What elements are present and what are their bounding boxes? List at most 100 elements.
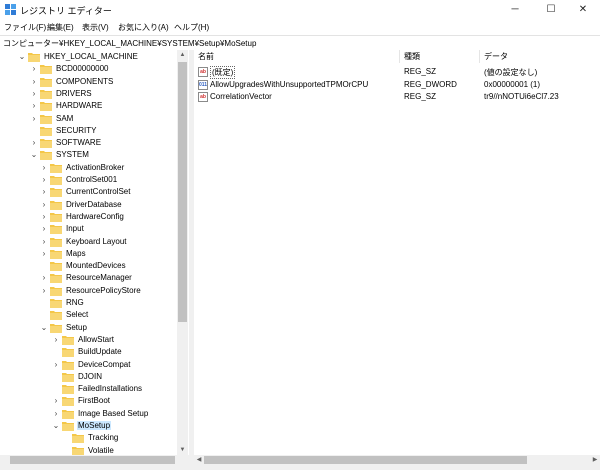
menu-help[interactable]: ヘルプ(H) [174, 22, 209, 33]
menu-view[interactable]: 表示(V) [82, 22, 109, 33]
chevron-right-icon[interactable]: › [40, 175, 48, 185]
tree-node-label: RNG [66, 298, 84, 307]
chevron-right-icon[interactable]: › [30, 64, 38, 74]
chevron-right-icon[interactable]: › [40, 200, 48, 210]
chevron-right-icon[interactable]: › [52, 396, 60, 406]
chevron-right-icon[interactable]: › [52, 335, 60, 345]
tree-horizontal-scrollbar[interactable] [0, 455, 189, 465]
dword-value-icon: 011 [198, 79, 208, 90]
menu-edit[interactable]: 編集(E) [47, 22, 74, 33]
chevron-right-icon[interactable]: › [40, 286, 48, 296]
chevron-right-icon[interactable]: › [52, 409, 60, 419]
folder-icon [40, 102, 52, 112]
chevron-right-icon[interactable]: › [40, 273, 48, 283]
tree-node-label: ResourcePolicyStore [66, 285, 141, 295]
tree-node-label: SECURITY [56, 125, 97, 135]
chevron-right-icon[interactable]: › [40, 187, 48, 197]
chevron-right-icon[interactable]: › [30, 101, 38, 111]
tree-node-label: AllowStart [78, 334, 115, 344]
tree-scroll-thumb[interactable] [178, 62, 187, 322]
tree-node-label: Image Based Setup [78, 408, 149, 418]
tree-node-label: DJOIN [78, 371, 102, 381]
column-header-name[interactable]: 名前 [194, 50, 400, 63]
chevron-right-icon[interactable]: › [30, 89, 38, 99]
scroll-left-arrow-icon[interactable]: ◀ [194, 455, 204, 465]
tree-node-label: MoSetup [77, 421, 112, 430]
address-bar[interactable]: コンピューター¥HKEY_LOCAL_MACHINE¥SYSTEM¥Setup¥… [0, 35, 600, 51]
tree-node-label: DeviceCompat [78, 359, 131, 369]
folder-icon [50, 200, 62, 210]
folder-icon [40, 65, 52, 75]
chevron-right-icon[interactable]: › [40, 212, 48, 222]
title-bar: レジストリ エディター ─ ☐ ✕ [0, 0, 600, 20]
column-header-data[interactable]: データ [480, 50, 600, 63]
chevron-right-icon[interactable]: › [40, 237, 48, 247]
folder-icon [50, 237, 62, 247]
chevron-right-icon[interactable]: › [40, 249, 48, 259]
chevron-down-icon[interactable]: ⌄ [52, 421, 60, 431]
chevron-down-icon[interactable]: ⌄ [18, 52, 26, 62]
chevron-right-icon[interactable]: › [30, 114, 38, 124]
values-hscroll-thumb[interactable] [204, 456, 527, 464]
scroll-down-arrow-icon[interactable]: ▼ [177, 445, 188, 455]
folder-icon [62, 422, 74, 431]
folder-icon [62, 385, 74, 395]
folder-icon [40, 89, 52, 99]
chevron-right-icon[interactable]: › [40, 224, 48, 234]
folder-icon [40, 139, 52, 149]
menu-favorites[interactable]: お気に入り(A) [118, 22, 169, 33]
tree-node-label: Setup [66, 322, 87, 332]
tree-node-label: CurrentControlSet [66, 187, 131, 197]
folder-icon [40, 114, 52, 124]
address-path[interactable]: コンピューター¥HKEY_LOCAL_MACHINE¥SYSTEM¥Setup¥… [3, 38, 256, 49]
value-row[interactable]: ab (既定) REG_SZ (値の設定なし) [194, 66, 600, 79]
chevron-right-icon[interactable]: › [40, 163, 48, 173]
values-horizontal-scrollbar[interactable]: ◀ ▶ [194, 455, 600, 465]
value-row[interactable]: 011 AllowUpgradesWithUnsupportedTPMOrCPU R… [194, 79, 600, 91]
chevron-down-icon[interactable]: ⌄ [40, 323, 48, 333]
value-row[interactable]: ab CorrelationVector REG_SZ tr9//nNOTUi6eCl… [194, 91, 600, 103]
minimize-button[interactable]: ─ [498, 0, 532, 20]
value-data: (値の設定なし) [484, 68, 538, 77]
folder-icon [62, 335, 74, 345]
tree-hscroll-thumb[interactable] [10, 456, 175, 464]
tree-node-label: FirstBoot [78, 396, 111, 406]
value-type: REG_SZ [404, 92, 437, 101]
tree-node-label: MountedDevices [66, 261, 126, 271]
folder-icon [50, 286, 62, 296]
close-button[interactable]: ✕ [566, 0, 600, 20]
chevron-right-icon[interactable]: › [52, 360, 60, 370]
tree-node-label: SYSTEM [56, 150, 89, 160]
tree-vertical-scrollbar[interactable]: ▲ ▼ [177, 50, 188, 465]
tree-node-label: Input [66, 224, 84, 234]
folder-icon [50, 176, 62, 185]
menu-bar: ファイル(F) 編集(E) 表示(V) お気に入り(A) ヘルプ(H) [0, 20, 600, 34]
tree-node-label: HKEY_LOCAL_MACHINE [44, 52, 138, 61]
folder-icon [62, 397, 74, 407]
values-list: 名前 種類 データ ab (既定) REG_SZ (値の設定なし) 011 AllowUp… [194, 50, 600, 465]
registry-editor-icon [5, 4, 16, 15]
tree-node-label: HARDWARE [56, 101, 103, 111]
string-value-icon: ab [198, 92, 208, 102]
column-header-type[interactable]: 種類 [400, 50, 480, 63]
chevron-right-icon[interactable]: › [30, 138, 38, 148]
scroll-right-arrow-icon[interactable]: ▶ [590, 455, 600, 465]
menu-file[interactable]: ファイル(F) [4, 22, 46, 33]
maximize-button[interactable]: ☐ [534, 0, 568, 20]
chevron-down-icon[interactable]: ⌄ [30, 150, 38, 160]
value-name: CorrelationVector [210, 92, 272, 101]
tree-node-label: DriverDatabase [66, 199, 122, 209]
tree-node-label: HardwareConfig [66, 211, 124, 221]
folder-icon [40, 126, 52, 136]
value-name: (既定) [210, 66, 236, 79]
chevron-right-icon[interactable]: › [30, 77, 38, 87]
status-bar [0, 465, 600, 470]
tree-node-label: Select [66, 310, 89, 320]
folder-icon [62, 348, 74, 358]
scroll-up-arrow-icon[interactable]: ▲ [177, 50, 188, 60]
folder-icon [50, 212, 62, 222]
